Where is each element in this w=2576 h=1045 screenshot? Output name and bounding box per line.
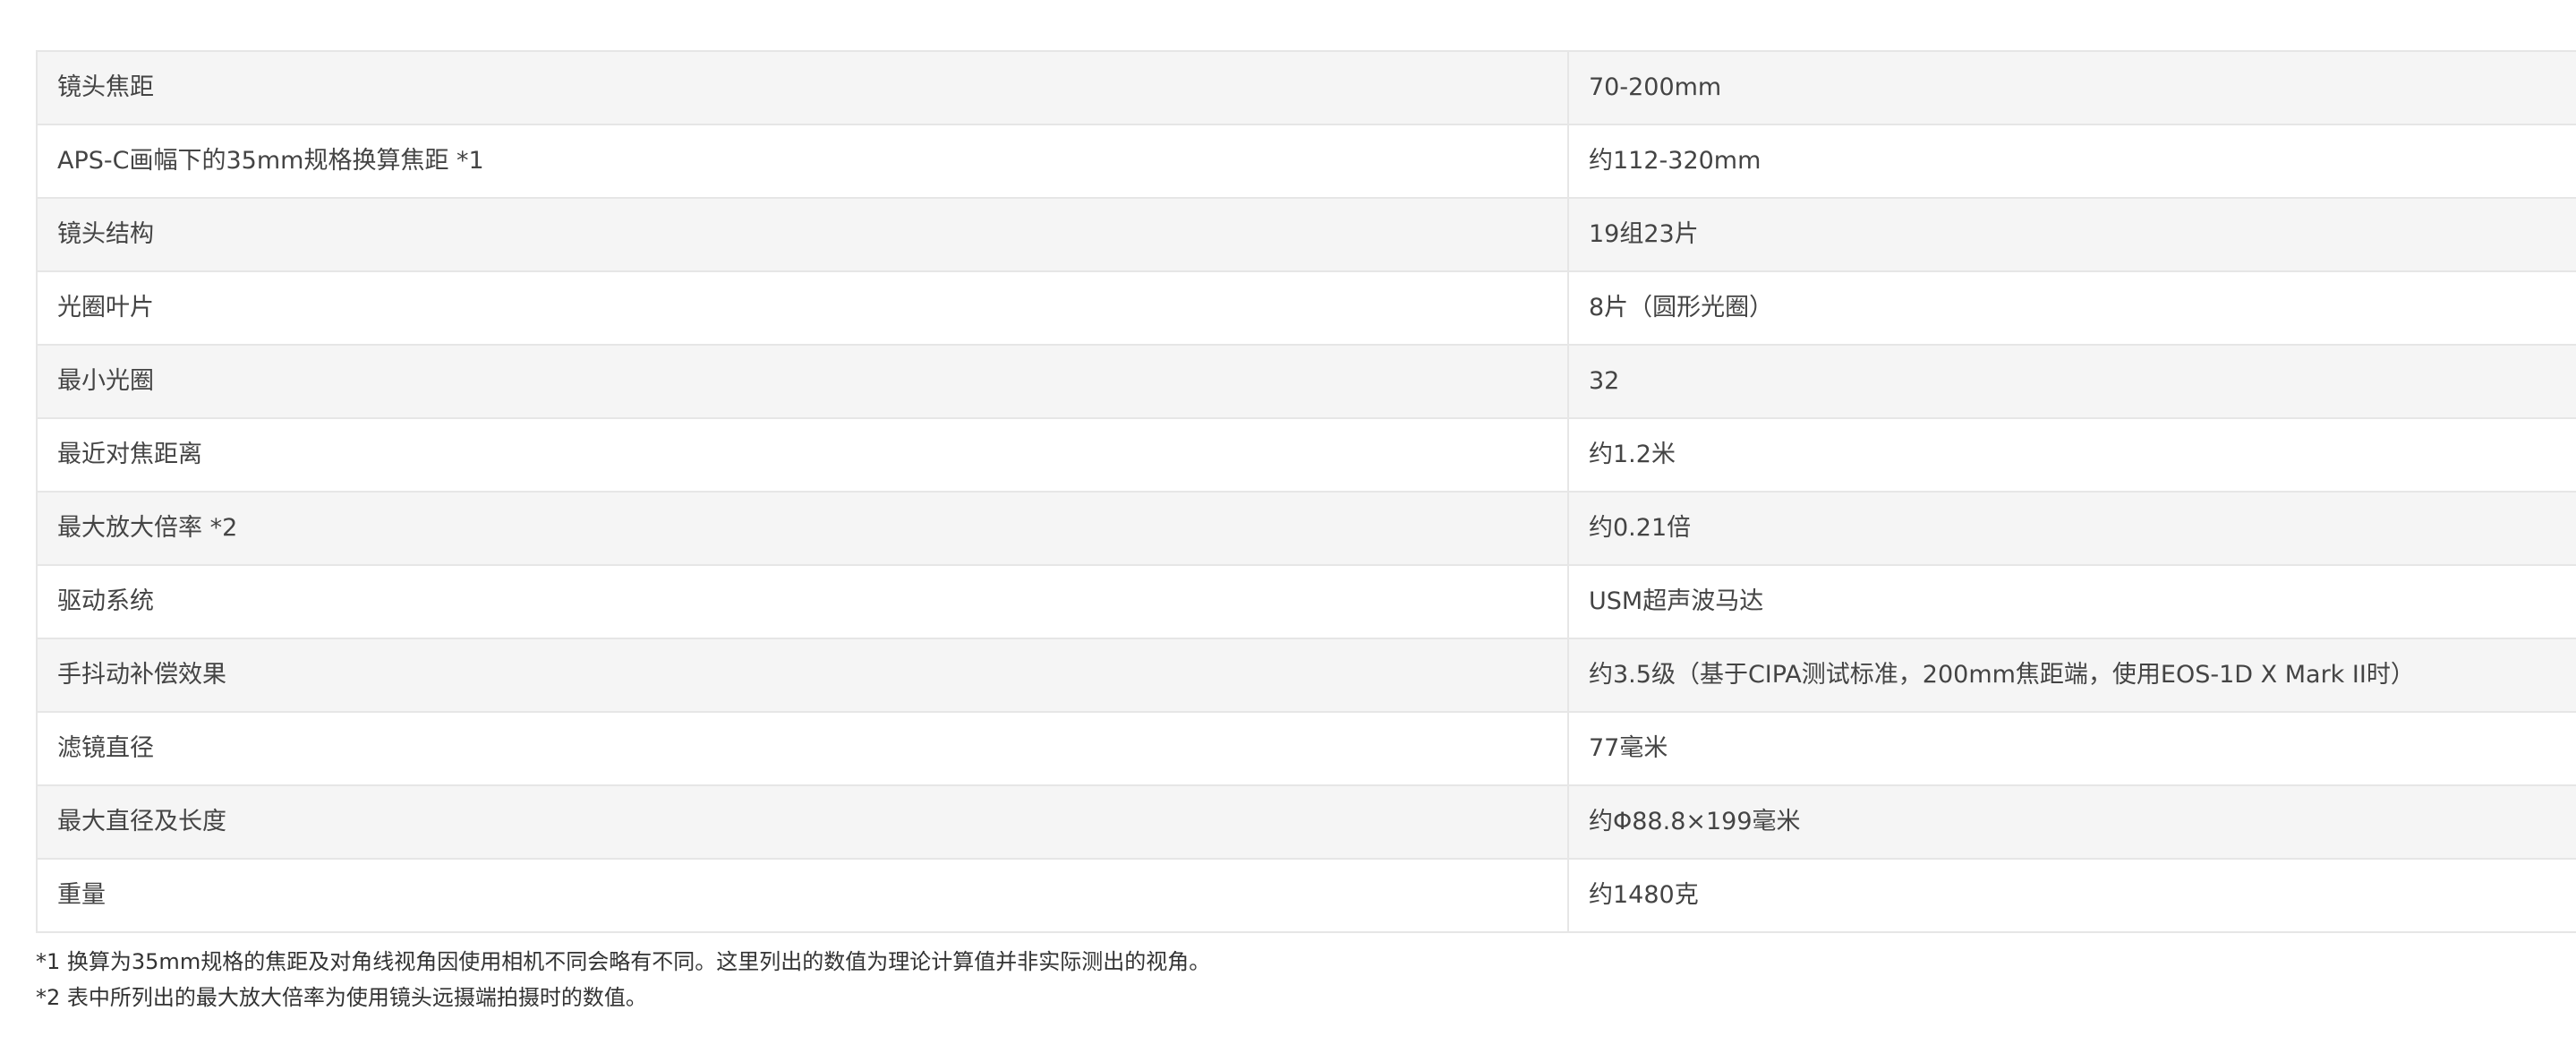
table-row: 手抖动补偿效果 约3.5级（基于CIPA测试标准，200mm焦距端，使用EOS-… — [36, 638, 2576, 713]
spec-value: 约112-320mm — [1567, 124, 2576, 199]
spec-label: 镜头结构 — [36, 197, 1569, 272]
spec-label: 最大放大倍率 *2 — [36, 491, 1569, 566]
spec-label: 重量 — [36, 858, 1569, 933]
spec-label: 最大直径及长度 — [36, 784, 1569, 860]
spec-table-container: 镜头焦距 70-200mm APS-C画幅下的35mm规格换算焦距 *1 约11… — [36, 50, 2576, 933]
footnotes: *1 换算为35mm规格的焦距及对角线视角因使用相机不同会略有不同。这里列出的数… — [36, 944, 2542, 1015]
table-row: 最近对焦距离 约1.2米 — [36, 417, 2576, 493]
spec-value: 8片（圆形光圈） — [1567, 270, 2576, 346]
table-row: APS-C画幅下的35mm规格换算焦距 *1 约112-320mm — [36, 124, 2576, 199]
spec-value: 约Φ88.8×199毫米 — [1567, 784, 2576, 860]
spec-value: 70-200mm — [1567, 50, 2576, 125]
spec-value: 约1480克 — [1567, 858, 2576, 933]
spec-value: 19组23片 — [1567, 197, 2576, 272]
spec-value: 32 — [1567, 344, 2576, 419]
table-row: 驱动系统 USM超声波马达 — [36, 564, 2576, 639]
spec-value: 约1.2米 — [1567, 417, 2576, 493]
spec-label: APS-C画幅下的35mm规格换算焦距 *1 — [36, 124, 1569, 199]
table-row: 最大直径及长度 约Φ88.8×199毫米 — [36, 784, 2576, 860]
table-row: 最大放大倍率 *2 约0.21倍 — [36, 491, 2576, 566]
spec-value: 约0.21倍 — [1567, 491, 2576, 566]
table-row: 镜头结构 19组23片 — [36, 197, 2576, 272]
table-row: 重量 约1480克 — [36, 858, 2576, 933]
spec-table: 镜头焦距 70-200mm APS-C画幅下的35mm规格换算焦距 *1 约11… — [36, 50, 2576, 933]
spec-value: 77毫米 — [1567, 711, 2576, 786]
spec-value: 约3.5级（基于CIPA测试标准，200mm焦距端，使用EOS-1D X Mar… — [1567, 638, 2576, 713]
spec-label: 最近对焦距离 — [36, 417, 1569, 493]
spec-label: 手抖动补偿效果 — [36, 638, 1569, 713]
spec-label: 滤镜直径 — [36, 711, 1569, 786]
footnote-focal-length: *1 换算为35mm规格的焦距及对角线视角因使用相机不同会略有不同。这里列出的数… — [36, 949, 1211, 974]
footnote-magnification: *2 表中所列出的最大放大倍率为使用镜头远摄端拍摄时的数值。 — [36, 985, 647, 1010]
table-row: 镜头焦距 70-200mm — [36, 50, 2576, 125]
spec-value: USM超声波马达 — [1567, 564, 2576, 639]
table-row: 最小光圈 32 — [36, 344, 2576, 419]
spec-label: 最小光圈 — [36, 344, 1569, 419]
spec-label: 镜头焦距 — [36, 50, 1569, 125]
table-row: 光圈叶片 8片（圆形光圈） — [36, 270, 2576, 346]
spec-label: 驱动系统 — [36, 564, 1569, 639]
spec-label: 光圈叶片 — [36, 270, 1569, 346]
table-row: 滤镜直径 77毫米 — [36, 711, 2576, 786]
